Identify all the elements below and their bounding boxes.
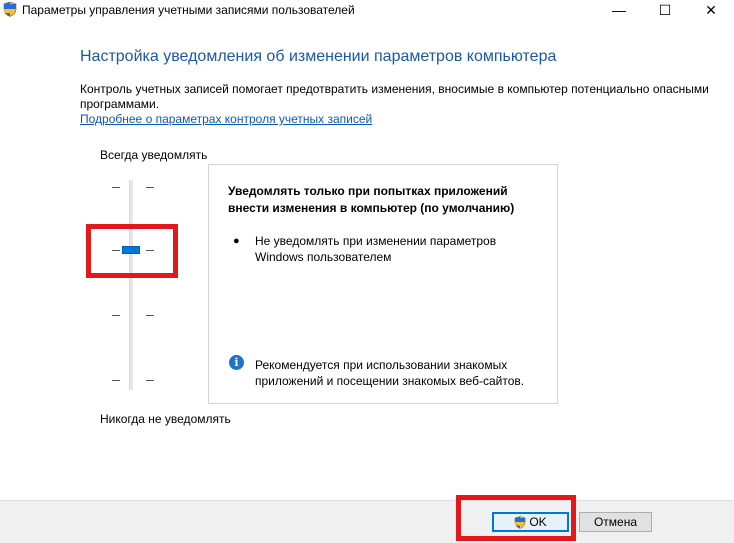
close-icon: ✕ xyxy=(705,1,717,18)
slider-tick xyxy=(146,187,154,188)
learn-more-link[interactable]: Подробнее о параметрах контроля учетных … xyxy=(80,112,372,126)
minimize-button[interactable]: — xyxy=(596,0,642,20)
level-bullet-text: Не уведомлять при изменении параметров W… xyxy=(255,234,497,264)
slider-tick xyxy=(112,315,120,316)
slider-tick xyxy=(112,380,120,381)
bullet-icon: ● xyxy=(233,235,240,247)
cancel-button[interactable]: Отмена xyxy=(579,512,652,532)
uac-slider-track[interactable] xyxy=(129,180,133,390)
uac-shield-icon xyxy=(3,1,17,17)
window-title: Параметры управления учетными записями п… xyxy=(22,3,355,17)
info-icon: i xyxy=(229,355,244,370)
minimize-icon: — xyxy=(612,2,626,18)
ok-highlight-frame xyxy=(456,495,576,541)
slider-bottom-label: Никогда не уведомлять xyxy=(100,412,231,426)
maximize-button[interactable]: ☐ xyxy=(642,0,688,20)
title-bar: Параметры управления учетными записями п… xyxy=(0,0,734,20)
level-description-panel: Уведомлять только при попытках приложени… xyxy=(208,164,558,404)
close-button[interactable]: ✕ xyxy=(688,0,734,20)
slider-tick xyxy=(146,315,154,316)
maximize-icon: ☐ xyxy=(658,1,672,18)
slider-tick xyxy=(112,187,120,188)
cancel-button-label: Отмена xyxy=(593,515,638,529)
slider-top-label: Всегда уведомлять xyxy=(100,148,208,162)
level-title: Уведомлять только при попытках приложени… xyxy=(228,184,515,215)
slider-tick xyxy=(146,380,154,381)
recommendation-note: Рекомендуется при использовании знакомых… xyxy=(255,358,525,388)
slider-highlight-frame xyxy=(86,224,178,278)
page-heading: Настройка уведомления об изменении парам… xyxy=(80,48,557,65)
description-text: Контроль учетных записей помогает предот… xyxy=(80,82,709,111)
